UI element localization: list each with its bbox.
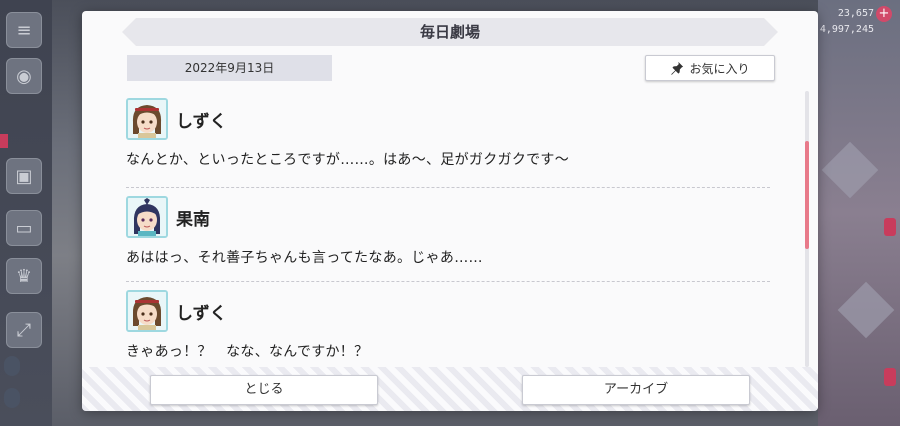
favorite-label: お気に入り xyxy=(689,61,750,76)
shizuku-avatar xyxy=(126,290,168,332)
title-bar: 毎日劇場 xyxy=(122,18,778,46)
chat-icon[interactable]: ◉ xyxy=(6,58,42,94)
add-currency-button[interactable]: + xyxy=(876,6,892,22)
daily-theater-dialog: 毎日劇場 2022年9月13日 お気に入り しずく なんとか、といったところです… xyxy=(82,11,818,411)
favorite-button[interactable]: お気に入り xyxy=(645,55,775,81)
entry-divider xyxy=(126,187,770,188)
expand-icon[interactable]: ⤢ xyxy=(6,312,42,348)
mission-badge[interactable] xyxy=(884,368,896,386)
archive-button[interactable]: アーカイブ xyxy=(522,375,750,405)
date-label: 2022年9月13日 xyxy=(127,55,332,81)
gold-counter: 4,997,245 xyxy=(819,24,874,35)
access-pill[interactable] xyxy=(4,356,20,376)
left-menu-rail: ≡ ◉ ▣ ▭ ♛ ⤢ xyxy=(0,0,52,426)
dialogue-entry: しずく きゃあっ！？ なな、なんですか！？ xyxy=(126,289,770,361)
shizuku-avatar xyxy=(126,98,168,140)
dialogue-entry: 果南 あははっ、それ善子ちゃんも言ってたなあ。じゃあ…… xyxy=(126,195,770,267)
kanan-avatar xyxy=(126,196,168,238)
right-panel: + 23,657 4,997,245 xyxy=(818,0,900,426)
scrollbar-thumb[interactable] xyxy=(805,141,809,249)
dialogue-line: きゃあっ！？ なな、なんですか！？ xyxy=(126,344,369,360)
speaker-name: 果南 xyxy=(176,209,210,230)
speaker-name: しずく xyxy=(176,111,227,132)
trophy-icon[interactable]: ♛ xyxy=(6,258,42,294)
speaker-row: 果南 xyxy=(126,195,770,239)
dialogue-line: なんとか、といったところですが……。はあ〜、足がガクガクです〜 xyxy=(126,152,570,168)
event-badge[interactable] xyxy=(884,218,896,236)
stage-pill[interactable] xyxy=(4,388,20,408)
currency-counter: 23,657 xyxy=(837,8,874,19)
dialog-title: 毎日劇場 xyxy=(419,23,480,41)
speaker-name: しずく xyxy=(176,303,227,324)
pin-icon xyxy=(671,61,684,75)
dialogue-line: あははっ、それ善子ちゃんも言ってたなあ。じゃあ…… xyxy=(126,250,483,266)
event-tag xyxy=(0,134,8,148)
decor-diamond xyxy=(837,281,895,339)
gift-icon[interactable]: ▣ xyxy=(6,158,42,194)
close-button[interactable]: とじる xyxy=(150,375,378,405)
dialogue-scroll-area[interactable]: しずく なんとか、といったところですが……。はあ〜、足がガクガクです〜 果南 あ… xyxy=(126,91,774,367)
entry-divider xyxy=(126,281,770,282)
menu-icon[interactable]: ≡ xyxy=(6,12,42,48)
speaker-row: しずく xyxy=(126,289,770,333)
dialogue-entry: しずく なんとか、といったところですが……。はあ〜、足がガクガクです〜 xyxy=(126,97,770,169)
decor-diamond xyxy=(821,141,879,199)
speaker-row: しずく xyxy=(126,97,770,141)
screen-icon[interactable]: ▭ xyxy=(6,210,42,246)
